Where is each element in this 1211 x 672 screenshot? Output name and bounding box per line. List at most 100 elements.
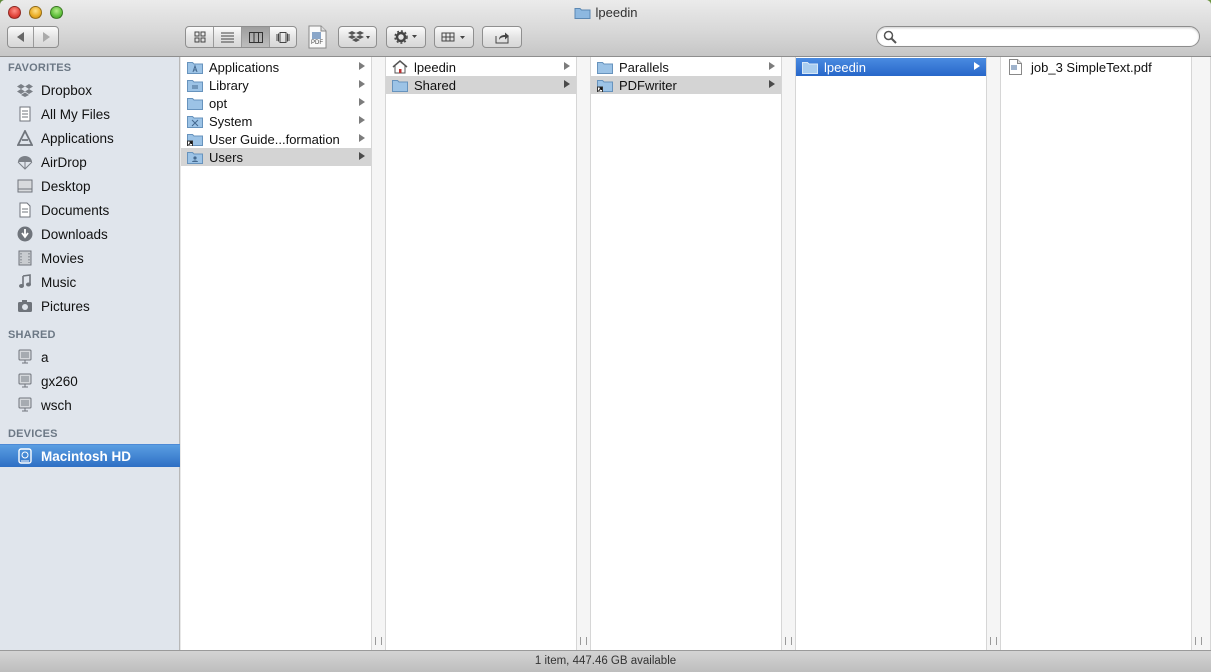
chevron-left-icon bbox=[16, 32, 24, 42]
column-resize-handle[interactable] bbox=[371, 57, 386, 650]
list-item-lpeedin[interactable]: lpeedin bbox=[796, 58, 986, 76]
list-item-applications[interactable]: Applications bbox=[181, 58, 371, 76]
share-button[interactable] bbox=[482, 26, 522, 48]
network-computer-icon bbox=[16, 396, 34, 414]
window-title-text: lpeedin bbox=[595, 5, 638, 20]
column-resize-handle[interactable] bbox=[576, 57, 591, 650]
arrange-menu-button[interactable] bbox=[434, 26, 474, 48]
item-label: PDFwriter bbox=[619, 77, 677, 93]
network-computer-icon bbox=[16, 348, 34, 366]
sidebar-item-gx260[interactable]: gx260 bbox=[0, 370, 180, 392]
forward-button[interactable] bbox=[34, 27, 58, 47]
search-input[interactable] bbox=[901, 28, 1191, 45]
list-item-library[interactable]: Library bbox=[181, 76, 371, 94]
sidebar-item-a[interactable]: a bbox=[0, 346, 180, 368]
column-view-button[interactable] bbox=[242, 27, 270, 47]
window-title: lpeedin bbox=[0, 5, 1211, 20]
list-item-system[interactable]: System bbox=[181, 112, 371, 130]
item-label: Shared bbox=[414, 77, 456, 93]
item-label: opt bbox=[209, 95, 228, 111]
sidebar-item-downloads[interactable]: Downloads bbox=[0, 223, 180, 245]
alias-folder-icon bbox=[597, 78, 613, 92]
movies-icon bbox=[16, 249, 34, 267]
disclosure-arrow-icon bbox=[564, 80, 570, 88]
list-item-lpeedin-home[interactable]: lpeedin bbox=[386, 58, 576, 76]
disclosure-arrow-icon bbox=[359, 98, 365, 106]
downloads-icon bbox=[16, 225, 34, 243]
network-computer-icon bbox=[16, 372, 34, 390]
dropbox-icon bbox=[347, 31, 370, 42]
list-item-job3-pdf[interactable]: job_3 SimpleText.pdf bbox=[1001, 58, 1191, 76]
list-item-parallels[interactable]: Parallels bbox=[591, 58, 781, 76]
pdf-document-button[interactable]: PDF bbox=[308, 25, 327, 49]
title-bar: lpeedin PDF bbox=[0, 0, 1211, 57]
sidebar-item-movies[interactable]: Movies bbox=[0, 247, 180, 269]
sidebar-item-wsch[interactable]: wsch bbox=[0, 394, 180, 416]
sidebar-header-favorites: FAVORITES bbox=[8, 62, 72, 74]
folder-icon bbox=[597, 60, 613, 74]
column-resize-handle[interactable] bbox=[986, 57, 1001, 650]
dropbox-menu-button[interactable] bbox=[338, 26, 377, 48]
list-view-icon bbox=[221, 32, 234, 42]
list-view-button[interactable] bbox=[214, 27, 242, 47]
list-item-user-guide[interactable]: User Guide...formation bbox=[181, 130, 371, 148]
chevron-right-icon bbox=[43, 32, 50, 42]
desktop-icon bbox=[16, 177, 34, 195]
column-resize-handle[interactable] bbox=[781, 57, 796, 650]
item-label: Parallels bbox=[619, 59, 669, 75]
sidebar-item-label: Documents bbox=[41, 202, 110, 218]
view-mode-control bbox=[185, 26, 297, 48]
home-icon bbox=[392, 60, 408, 74]
gear-icon bbox=[394, 30, 417, 44]
pictures-icon bbox=[16, 297, 34, 315]
back-forward-control bbox=[7, 26, 59, 48]
sidebar-item-label: Applications bbox=[41, 130, 114, 146]
disclosure-arrow-icon bbox=[359, 80, 365, 88]
back-button[interactable] bbox=[8, 27, 34, 47]
sidebar-item-documents[interactable]: Documents bbox=[0, 199, 180, 221]
hard-drive-icon bbox=[16, 447, 34, 465]
sidebar-item-label: Desktop bbox=[41, 178, 91, 194]
sidebar-item-applications[interactable]: Applications bbox=[0, 127, 180, 149]
coverflow-view-button[interactable] bbox=[270, 27, 296, 47]
disclosure-arrow-icon bbox=[359, 62, 365, 70]
browser-column-4: lpeedin bbox=[796, 57, 986, 650]
dropbox-icon bbox=[16, 81, 34, 99]
arrange-grid-icon bbox=[441, 32, 465, 42]
system-folder-icon bbox=[187, 114, 203, 128]
search-field[interactable] bbox=[876, 26, 1200, 47]
sidebar-item-label: wsch bbox=[41, 397, 72, 413]
sidebar-item-pictures[interactable]: Pictures bbox=[0, 295, 180, 317]
item-label: System bbox=[209, 113, 253, 129]
music-icon bbox=[16, 273, 34, 291]
sidebar-item-label: Movies bbox=[41, 250, 84, 266]
action-menu-button[interactable] bbox=[386, 26, 426, 48]
share-icon bbox=[495, 32, 509, 43]
sidebar-item-label: a bbox=[41, 349, 49, 365]
column-resize-handle[interactable] bbox=[1191, 57, 1211, 650]
sidebar-item-dropbox[interactable]: Dropbox bbox=[0, 79, 180, 101]
folder-icon bbox=[574, 8, 591, 19]
sidebar-item-label: Pictures bbox=[41, 298, 90, 314]
sidebar-item-macintosh-hd[interactable]: Macintosh HD bbox=[0, 444, 180, 467]
sidebar: FAVORITES Dropbox All My Files Applicati… bbox=[0, 57, 180, 650]
sidebar-item-airdrop[interactable]: AirDrop bbox=[0, 151, 180, 173]
sidebar-item-all-my-files[interactable]: All My Files bbox=[0, 103, 180, 125]
pdf-label: PDF bbox=[311, 40, 323, 46]
disclosure-arrow-icon bbox=[769, 62, 775, 70]
list-item-pdfwriter[interactable]: PDFwriter bbox=[591, 76, 781, 94]
list-item-opt[interactable]: opt bbox=[181, 94, 371, 112]
sidebar-header-shared: SHARED bbox=[8, 329, 56, 341]
disclosure-arrow-icon bbox=[769, 80, 775, 88]
resize-grip-icon bbox=[990, 637, 997, 645]
disclosure-arrow-icon bbox=[359, 134, 365, 142]
list-item-shared[interactable]: Shared bbox=[386, 76, 576, 94]
icon-view-button[interactable] bbox=[186, 27, 214, 47]
applications-folder-icon bbox=[187, 60, 203, 74]
sidebar-item-desktop[interactable]: Desktop bbox=[0, 175, 180, 197]
list-item-users[interactable]: Users bbox=[181, 148, 371, 166]
sidebar-item-label: AirDrop bbox=[41, 154, 87, 170]
browser-column-5: job_3 SimpleText.pdf bbox=[1001, 57, 1191, 650]
browser-column-1: Applications Library opt System User Gui… bbox=[181, 57, 371, 650]
sidebar-item-music[interactable]: Music bbox=[0, 271, 180, 293]
